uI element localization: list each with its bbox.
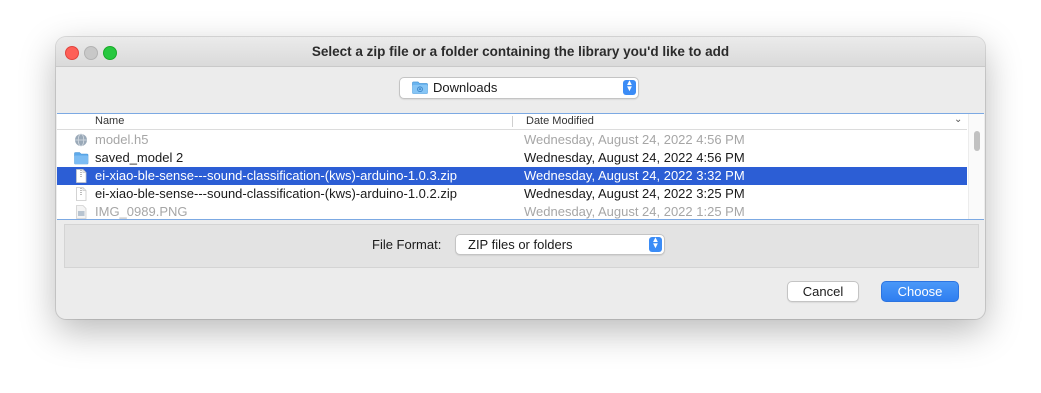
column-divider[interactable] [512, 116, 513, 127]
title-bar: Select a zip file or a folder containing… [56, 37, 985, 67]
updown-chevron-icon: ▲ ▼ [649, 236, 662, 252]
location-label: Downloads [433, 80, 498, 95]
location-dropdown[interactable]: Downloads ▲ ▼ [399, 77, 639, 99]
zip-file-icon [76, 187, 87, 201]
column-header-name[interactable]: Name [95, 115, 124, 127]
file-format-label: File Format: [372, 237, 442, 252]
column-header-date-modified[interactable]: Date Modified [526, 115, 594, 127]
file-date: Wednesday, August 24, 2022 3:32 PM [524, 168, 745, 183]
file-name: saved_model 2 [95, 150, 184, 165]
dialog-title: Select a zip file or a folder containing… [311, 44, 730, 59]
file-row[interactable]: model.h5 Wednesday, August 24, 2022 4:56… [57, 131, 967, 149]
folder-icon [74, 152, 89, 165]
file-format-panel: File Format: ZIP files or folders ▲ ▼ [64, 224, 979, 268]
file-format-value: ZIP files or folders [468, 237, 573, 252]
vertical-scrollbar[interactable] [968, 114, 984, 219]
model-file-icon [75, 133, 87, 147]
scroll-thumb[interactable] [974, 131, 980, 151]
file-date: Wednesday, August 24, 2022 4:56 PM [524, 150, 745, 165]
file-name: IMG_0989.PNG [95, 204, 188, 219]
file-format-select[interactable]: ZIP files or folders ▲ ▼ [455, 234, 665, 255]
file-row[interactable]: ei-xiao-ble-sense---sound-classification… [57, 185, 967, 203]
file-row[interactable]: saved_model 2 Wednesday, August 24, 2022… [57, 149, 967, 167]
choose-button[interactable]: Choose [881, 281, 959, 302]
file-row[interactable]: IMG_0989.PNG Wednesday, August 24, 2022 … [57, 203, 967, 219]
file-browser: Name Date Modified ⌄ model.h5 Wednesday,… [57, 113, 984, 220]
file-name: ei-xiao-ble-sense---sound-classification… [95, 168, 457, 183]
file-name: ei-xiao-ble-sense---sound-classification… [95, 186, 457, 201]
file-date: Wednesday, August 24, 2022 4:56 PM [524, 132, 745, 147]
file-row[interactable]: ei-xiao-ble-sense---sound-classification… [57, 167, 967, 185]
file-date: Wednesday, August 24, 2022 1:25 PM [524, 204, 745, 219]
file-chooser-dialog: Select a zip file or a folder containing… [56, 37, 985, 319]
updown-chevron-icon: ▲ ▼ [623, 79, 636, 95]
chevron-down-icon[interactable]: ⌄ [954, 114, 962, 125]
folder-icon [412, 81, 428, 94]
image-file-icon [76, 205, 87, 219]
file-name: model.h5 [95, 132, 149, 147]
file-date: Wednesday, August 24, 2022 3:25 PM [524, 186, 745, 201]
cancel-button[interactable]: Cancel [787, 281, 859, 302]
zip-file-icon [76, 169, 87, 183]
column-header: Name Date Modified ⌄ [57, 114, 967, 130]
